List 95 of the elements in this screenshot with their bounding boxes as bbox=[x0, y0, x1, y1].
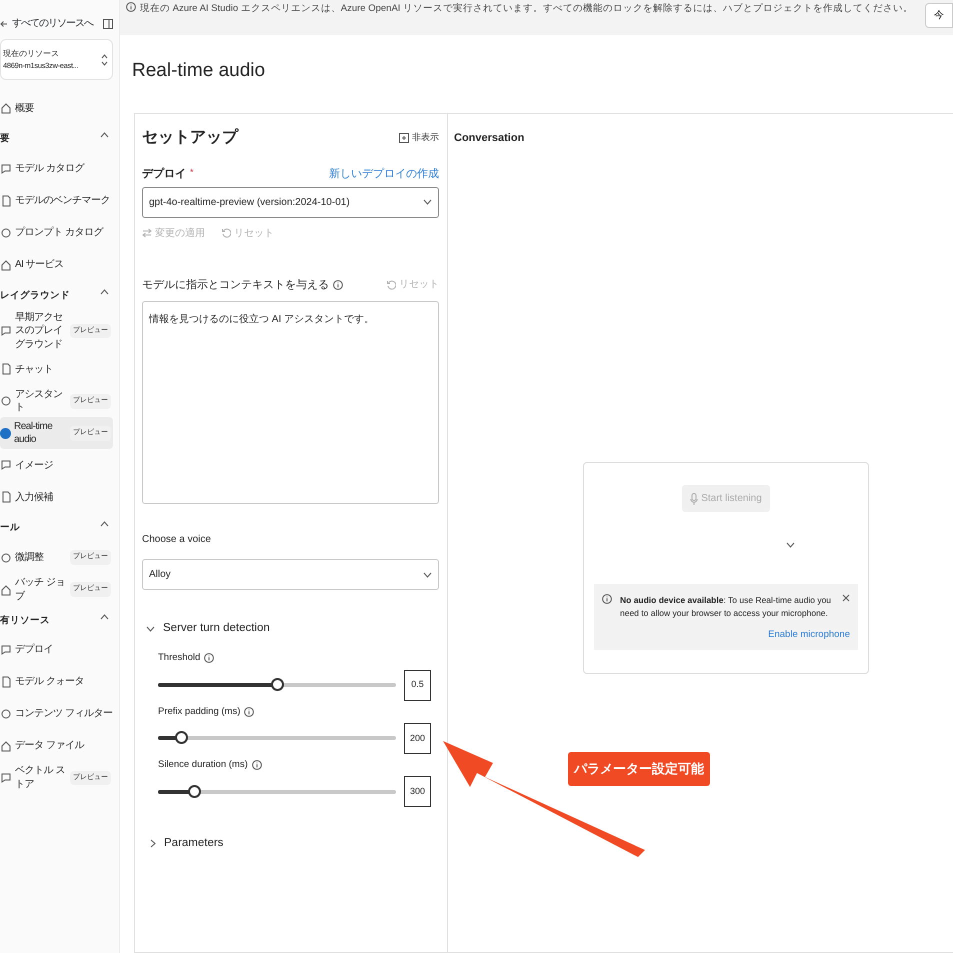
banner-text: 現在の Azure AI Studio エクスペリエンスは、Azure OpenAI リソースで実行されています。すべての機能のロックを解除するには、ハブとプロジェクトを作成してください。 bbox=[140, 2, 914, 16]
slider-track[interactable] bbox=[158, 683, 396, 687]
reset-icon bbox=[386, 280, 396, 290]
setup-title: セットアップ bbox=[142, 127, 238, 148]
nav-item[interactable]: モデル カタログ bbox=[0, 152, 113, 184]
sort-icon bbox=[101, 54, 108, 66]
section-header[interactable]: 有リソース bbox=[0, 606, 113, 634]
resource-label: 現在のリソース bbox=[3, 48, 60, 60]
chat-icon bbox=[0, 772, 12, 784]
value-field[interactable]: 300 bbox=[404, 776, 431, 807]
home-icon bbox=[0, 258, 12, 270]
enable-microphone-link[interactable]: Enable microphone bbox=[768, 628, 850, 640]
reset-icon bbox=[221, 228, 231, 238]
nav-item[interactable]: デプロイ bbox=[0, 634, 113, 666]
chevron-down-icon bbox=[423, 572, 432, 578]
chevron-down-icon bbox=[786, 542, 795, 548]
nav-item[interactable]: 概要 bbox=[0, 92, 113, 124]
info-icon bbox=[602, 594, 612, 604]
nav-item[interactable]: AI サービス bbox=[0, 248, 113, 280]
slider-thumb[interactable] bbox=[271, 678, 284, 691]
callout-label: パラメーター設定可能 bbox=[568, 752, 710, 786]
alert-message: No audio device available: To use Real-time audio you need to allow your browser to access your microphone. bbox=[620, 594, 832, 620]
section-header[interactable]: レイグラウンド bbox=[0, 280, 113, 309]
slider-label: Silence duration (ms) bbox=[158, 758, 248, 772]
microphone-icon bbox=[690, 492, 698, 504]
chevron-down-icon bbox=[146, 626, 155, 632]
info-icon bbox=[333, 280, 343, 290]
nav-item[interactable]: データ ファイル bbox=[0, 730, 113, 762]
swap-icon bbox=[142, 228, 152, 238]
panel-icon bbox=[399, 133, 409, 143]
section-toggle[interactable]: Parameters bbox=[150, 835, 439, 852]
page-title: Real-time audio bbox=[131, 59, 266, 83]
chevron-down-icon bbox=[423, 199, 432, 205]
slider-track[interactable] bbox=[158, 790, 396, 794]
nav-item[interactable]: チャット bbox=[0, 353, 113, 386]
conversation-title: Conversation bbox=[454, 131, 526, 146]
create-deployment-link[interactable]: 新しいデプロイの作成 bbox=[329, 166, 439, 182]
chevron-up-icon bbox=[100, 132, 109, 138]
info-icon bbox=[244, 706, 254, 717]
section-title: 要 bbox=[0, 132, 10, 146]
chat-icon bbox=[0, 162, 12, 174]
close-icon[interactable] bbox=[842, 594, 850, 602]
section-header[interactable]: 要 bbox=[0, 124, 113, 152]
info-icon bbox=[204, 653, 214, 664]
slider-label: Threshold bbox=[158, 651, 200, 666]
section-title: レイグラウンド bbox=[0, 288, 70, 302]
collapse-icon[interactable] bbox=[103, 18, 113, 28]
audio-icon bbox=[0, 428, 11, 439]
circle-icon bbox=[0, 708, 12, 720]
chevron-right-icon bbox=[150, 839, 156, 848]
chevron-up-icon bbox=[100, 521, 109, 528]
nav-item[interactable]: イメージ bbox=[0, 449, 113, 482]
document-icon bbox=[0, 363, 12, 376]
circle-icon bbox=[0, 226, 12, 238]
deployment-select[interactable]: gpt-4o-realtime-preview (version:2024-10-01) bbox=[142, 186, 439, 218]
section-toggle[interactable]: Server turn detection bbox=[146, 620, 439, 638]
home-icon bbox=[0, 102, 12, 114]
back-link[interactable]: すべてのリソースへ bbox=[12, 16, 93, 31]
document-icon bbox=[0, 676, 12, 688]
value-field[interactable]: 200 bbox=[404, 722, 431, 754]
voice-select[interactable]: Alloy bbox=[142, 559, 439, 590]
circle-icon bbox=[0, 552, 12, 564]
nav-item[interactable]: コンテンツ フィルター bbox=[0, 698, 113, 730]
chat-icon bbox=[0, 459, 12, 472]
instructions-textarea[interactable]: 情報を見つけるのに役立つ AI アシスタントです。 bbox=[142, 301, 439, 504]
document-icon bbox=[0, 491, 12, 504]
field-label: デプロイ bbox=[142, 166, 186, 182]
home-icon bbox=[0, 584, 12, 596]
chevron-up-icon bbox=[100, 288, 109, 294]
field-label: Choose a voice bbox=[142, 533, 212, 547]
nav-item[interactable]: モデル クォータ bbox=[0, 666, 113, 698]
chat-icon bbox=[0, 325, 12, 337]
section-title: 有リソース bbox=[0, 614, 50, 628]
document-icon bbox=[0, 194, 12, 206]
value-field[interactable]: 0.5 bbox=[404, 670, 431, 700]
hide-button[interactable]: 非表示 bbox=[399, 131, 439, 145]
slider-thumb[interactable] bbox=[174, 731, 188, 744]
nav-item[interactable]: プロンプト カタログ bbox=[0, 216, 113, 248]
slider-label: Prefix padding (ms) bbox=[158, 704, 240, 718]
info-icon bbox=[252, 760, 262, 770]
chevron-up-icon bbox=[100, 614, 109, 620]
field-label: モデルに指示とコンテキストを与える bbox=[142, 278, 329, 292]
home-icon bbox=[0, 740, 12, 752]
section-header[interactable]: ール bbox=[0, 513, 113, 542]
info-icon bbox=[126, 2, 136, 12]
circle-icon bbox=[0, 395, 12, 408]
required-mark: * bbox=[190, 166, 194, 179]
slider-track[interactable] bbox=[158, 736, 396, 740]
slider-thumb[interactable] bbox=[188, 784, 201, 798]
nav-item[interactable]: 入力候補 bbox=[0, 481, 113, 514]
chat-icon bbox=[0, 644, 12, 656]
back-arrow-icon bbox=[0, 20, 8, 28]
nav-item[interactable]: モデルのベンチマーク bbox=[0, 184, 113, 216]
section-title: ール bbox=[0, 521, 20, 536]
banner-button[interactable]: 今 bbox=[925, 3, 953, 28]
